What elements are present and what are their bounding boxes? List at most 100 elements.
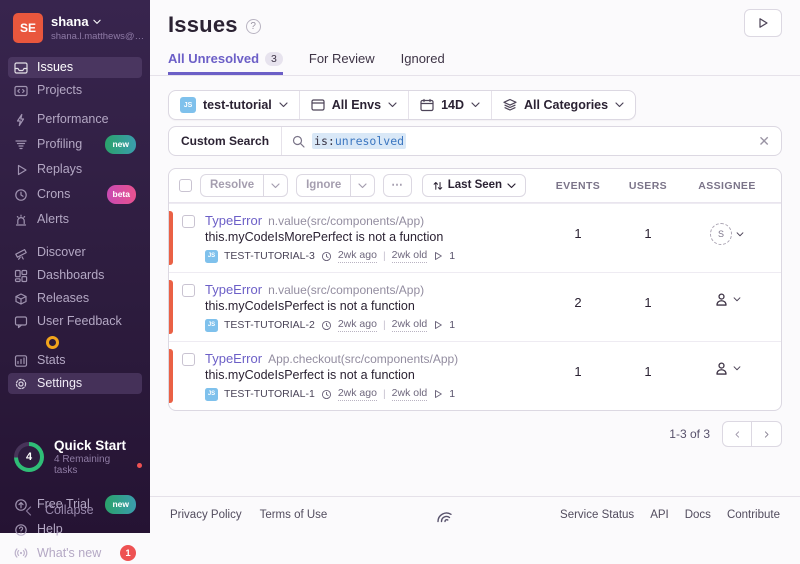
tab-ignored[interactable]: Ignored — [401, 51, 445, 75]
issue-row[interactable]: TypeErrorApp.checkout(src/components/App… — [169, 341, 781, 410]
sidebar-item-discover[interactable]: Discover — [8, 242, 142, 263]
sidebar-item-projects[interactable]: Projects — [8, 80, 142, 101]
org-switcher[interactable]: SE shana shana.l.matthews@… — [0, 0, 150, 43]
sidebar-collapse-button[interactable]: Collapse — [16, 500, 134, 521]
quick-start-label: Quick Start — [54, 438, 142, 453]
dashboard-grid-icon — [14, 269, 28, 283]
page-help-icon[interactable]: ? — [246, 19, 261, 34]
saved-search-button[interactable]: Custom Search — [169, 127, 282, 155]
date-range-filter[interactable]: 14D — [408, 91, 491, 119]
sidebar-item-whats-new[interactable]: What's new 1 — [8, 542, 142, 564]
issue-culprit: n.value(src/components/App) — [268, 214, 424, 228]
sidebar-item-user-feedback[interactable]: User Feedback — [8, 311, 142, 332]
row-checkbox[interactable] — [182, 284, 195, 297]
sidebar-item-stats[interactable]: Stats — [8, 350, 142, 371]
search-token-value: unresolved — [335, 134, 404, 148]
sidebar-item-releases[interactable]: Releases — [8, 288, 142, 309]
pagination-next-button[interactable] — [752, 421, 782, 447]
org-avatar: SE — [13, 13, 43, 43]
sidebar-item-label: Crons — [37, 187, 70, 202]
page-title: Issues — [168, 12, 238, 38]
footer-link-service-status[interactable]: Service Status — [560, 509, 634, 521]
replay-tour-button[interactable] — [744, 9, 782, 37]
sidebar-item-crons[interactable]: Crons beta — [8, 182, 142, 207]
footer-link-api[interactable]: API — [650, 509, 669, 521]
row-checkbox[interactable] — [182, 353, 195, 366]
speech-bubble-icon — [14, 315, 28, 329]
chevron-down-icon — [279, 102, 288, 108]
issue-short-id: TEST-TUTORIAL-3 — [224, 250, 315, 262]
sidebar-item-dashboards[interactable]: Dashboards — [8, 265, 142, 286]
box-icon — [14, 292, 28, 306]
issue-title-link[interactable]: TypeError — [205, 213, 262, 228]
chevron-down-icon — [736, 232, 744, 237]
assignee-dropdown[interactable]: S — [683, 213, 771, 245]
sort-label: Last Seen — [448, 179, 502, 192]
assignee-dropdown[interactable] — [683, 282, 771, 307]
last-seen-age[interactable]: 2wk ago — [338, 387, 377, 401]
replay-play-icon — [433, 389, 443, 399]
category-filter[interactable]: All Categories — [491, 91, 635, 119]
sidebar-item-profiling[interactable]: Profiling new — [8, 132, 142, 157]
project-filter[interactable]: JS test-tutorial — [169, 91, 299, 119]
users-count: 1 — [613, 213, 683, 241]
sort-dropdown-button[interactable]: Last Seen — [422, 174, 526, 197]
date-range-label: 14D — [441, 98, 464, 112]
issue-row[interactable]: TypeErrorn.value(src/components/App) thi… — [169, 203, 781, 272]
select-all-checkbox[interactable] — [179, 179, 192, 192]
sentry-logo-icon — [433, 506, 455, 524]
tab-count-badge: 3 — [265, 52, 283, 66]
resolve-button[interactable]: Resolve — [200, 174, 264, 197]
first-seen-age[interactable]: 2wk old — [392, 249, 428, 263]
environment-filter[interactable]: All Envs — [299, 91, 408, 119]
last-seen-age[interactable]: 2wk ago — [338, 318, 377, 332]
footer-link-privacy[interactable]: Privacy Policy — [170, 509, 242, 521]
footer-link-contribute[interactable]: Contribute — [727, 509, 780, 521]
ignore-dropdown-button[interactable] — [351, 174, 375, 197]
footer-link-docs[interactable]: Docs — [685, 509, 711, 521]
sidebar-item-label: Alerts — [37, 212, 69, 227]
search-query-token[interactable]: is:unresolved — [312, 133, 406, 149]
play-icon — [14, 163, 28, 177]
clock-icon — [321, 251, 332, 262]
sidebar-item-replays[interactable]: Replays — [8, 159, 142, 180]
collapse-label: Collapse — [45, 503, 94, 518]
quick-start-progress-ring: 4 — [14, 442, 44, 472]
first-seen-age[interactable]: 2wk old — [392, 318, 428, 332]
replay-count: 1 — [449, 388, 455, 400]
meta-divider: | — [383, 250, 386, 262]
ignore-button[interactable]: Ignore — [296, 174, 351, 197]
resolve-dropdown-button[interactable] — [264, 174, 288, 197]
profiling-icon — [14, 138, 28, 152]
sidebar-item-performance[interactable]: Performance — [8, 109, 142, 130]
clear-search-icon[interactable]: ✕ — [758, 134, 770, 148]
row-checkbox[interactable] — [182, 215, 195, 228]
chevron-down-icon — [471, 102, 480, 108]
user-email: shana.l.matthews@… — [51, 31, 144, 42]
events-count: 1 — [543, 351, 613, 379]
quick-start-subtitle: 4 Remaining tasks — [54, 454, 133, 476]
sidebar-item-label: Performance — [37, 112, 109, 127]
issue-title-link[interactable]: TypeError — [205, 282, 262, 297]
first-seen-age[interactable]: 2wk old — [392, 387, 428, 401]
sidebar: SE shana shana.l.matthews@… Issues Proje… — [0, 0, 150, 533]
sidebar-item-label: User Feedback — [37, 314, 122, 329]
quick-start-panel[interactable]: 4 Quick Start 4 Remaining tasks — [0, 438, 150, 476]
sidebar-item-alerts[interactable]: Alerts — [8, 209, 142, 230]
replay-play-icon — [433, 251, 443, 261]
bar-chart-icon — [14, 354, 28, 368]
sidebar-item-label: What's new — [37, 546, 101, 561]
chevron-left-icon — [22, 504, 36, 518]
sidebar-item-issues[interactable]: Issues — [8, 57, 142, 78]
more-actions-button[interactable]: ⋯ — [383, 174, 412, 197]
issue-title-link[interactable]: TypeError — [205, 351, 262, 366]
issue-row[interactable]: TypeErrorn.value(src/components/App) thi… — [169, 272, 781, 341]
assignee-dropdown[interactable] — [683, 351, 771, 376]
sidebar-item-settings[interactable]: Settings — [8, 373, 142, 394]
issues-icon — [14, 61, 28, 75]
footer-link-terms[interactable]: Terms of Use — [260, 509, 328, 521]
pagination-prev-button[interactable] — [722, 421, 752, 447]
tab-all-unresolved[interactable]: All Unresolved 3 — [168, 51, 283, 75]
last-seen-age[interactable]: 2wk ago — [338, 249, 377, 263]
tab-for-review[interactable]: For Review — [309, 51, 375, 75]
